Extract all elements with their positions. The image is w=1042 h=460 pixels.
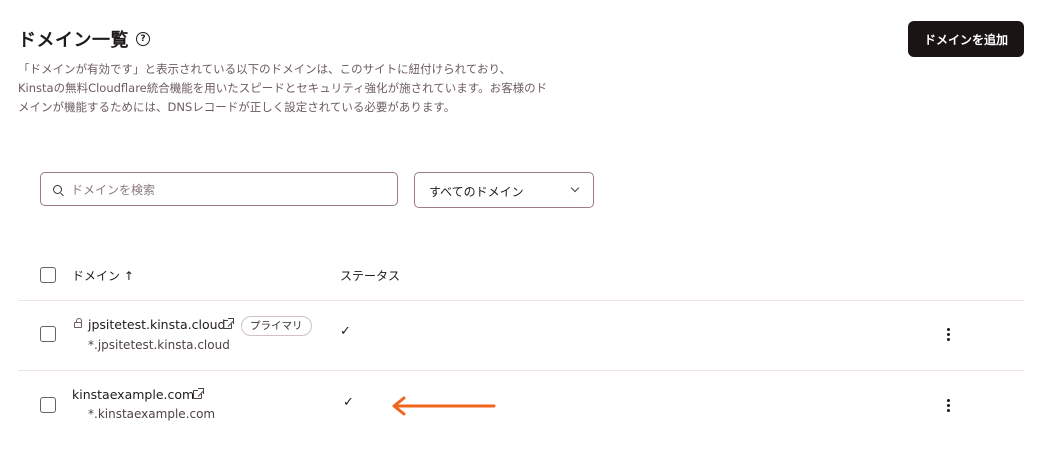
external-link-icon[interactable] xyxy=(193,388,204,399)
row-checkbox[interactable] xyxy=(40,326,56,342)
primary-badge: プライマリ xyxy=(241,316,312,336)
chevron-down-icon xyxy=(570,183,580,193)
description-line: Kinstaの無料Cloudflare統合機能を用いたスピードとセキュリティ強化… xyxy=(18,81,548,95)
description-line: メインが機能するためには、DNSレコードが正しく設定されている必要があります。 xyxy=(18,100,456,114)
domain-name[interactable]: jpsitetest.kinsta.cloud xyxy=(88,317,226,332)
status-check-icon: ✓ xyxy=(340,324,351,339)
filter-selected-value: すべてのドメイン xyxy=(429,185,524,199)
divider xyxy=(18,300,1024,301)
help-icon[interactable]: ? xyxy=(136,32,150,46)
wildcard-domain: *.jpsitetest.kinsta.cloud xyxy=(88,338,230,352)
page-title: ドメイン一覧 xyxy=(18,30,129,51)
divider xyxy=(18,370,1024,371)
domain-name[interactable]: kinstaexample.com xyxy=(72,387,194,402)
lock-icon xyxy=(74,318,82,328)
more-options-icon[interactable] xyxy=(947,399,951,414)
add-domain-button[interactable]: ドメインを追加 xyxy=(908,21,1024,57)
more-options-icon[interactable] xyxy=(947,328,951,343)
column-header-domain[interactable]: ドメイン ↑ xyxy=(72,267,134,284)
select-all-checkbox[interactable] xyxy=(40,267,56,283)
description: 「ドメインが有効です」と表示されている以下のドメインは、このサイトに紐付けられて… xyxy=(18,60,608,117)
annotation-arrow-icon xyxy=(392,396,496,416)
row-checkbox[interactable] xyxy=(40,397,56,413)
column-header-status: ステータス xyxy=(340,269,401,283)
status-check-icon: ✓ xyxy=(343,395,354,410)
search-box[interactable] xyxy=(40,172,398,206)
wildcard-domain: *.kinstaexample.com xyxy=(88,407,216,421)
description-line: 「ドメインが有効です」と表示されている以下のドメインは、このサイトに紐付けられて… xyxy=(18,62,511,76)
search-icon xyxy=(53,185,62,194)
external-link-icon[interactable] xyxy=(223,318,234,329)
search-input[interactable] xyxy=(71,181,381,199)
domain-filter-select[interactable]: すべてのドメイン xyxy=(414,172,594,208)
